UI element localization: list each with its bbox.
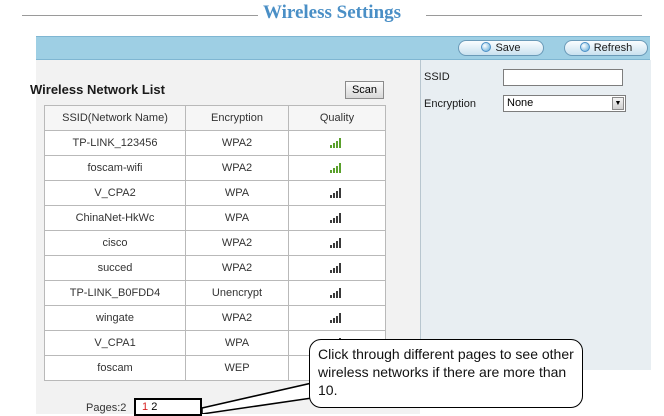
callout-note: Click through different pages to see oth… xyxy=(309,339,583,408)
